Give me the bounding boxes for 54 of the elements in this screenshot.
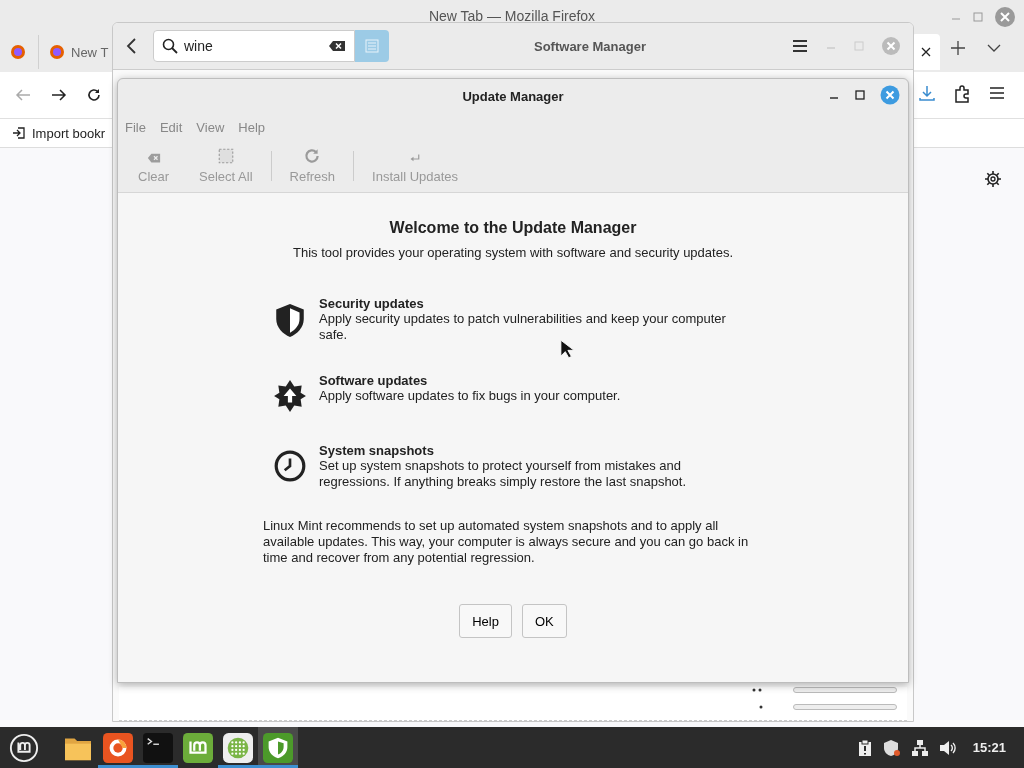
menu-item[interactable]: Edit <box>159 119 183 135</box>
settings-icon[interactable] <box>984 170 1002 188</box>
shield-icon <box>273 302 307 338</box>
feature-description: Apply software updates to fix bugs in your computer. <box>319 388 621 404</box>
clipboard-icon[interactable] <box>856 738 873 757</box>
welcome-heading: Welcome to the Update Manager <box>389 219 637 237</box>
download-icon[interactable] <box>918 84 936 102</box>
maximize-icon[interactable] <box>854 89 866 101</box>
dialog-button[interactable]: Help <box>459 604 512 638</box>
feature-title: System snapshots <box>319 443 435 458</box>
puzzle-icon[interactable] <box>952 84 972 104</box>
selection-icon <box>216 147 235 165</box>
feature-title: Security updates <box>319 296 425 311</box>
feature-title: Software updates <box>319 373 429 388</box>
menu-item[interactable]: File <box>125 119 146 135</box>
menu-icon[interactable] <box>988 84 1006 102</box>
forward-icon[interactable] <box>50 87 68 103</box>
mint-menu-icon[interactable] <box>9 732 39 763</box>
volume-icon[interactable] <box>938 739 957 756</box>
network-icon[interactable] <box>910 738 929 757</box>
new-tab-icon[interactable] <box>950 40 966 56</box>
cursor-icon <box>560 338 574 360</box>
close-icon[interactable] <box>880 85 900 105</box>
import-icon <box>12 126 26 140</box>
browser-tab[interactable]: New T <box>38 35 109 69</box>
recommendation-text: Linux Mint recommends to set up automated system snapshots and to apply all available updates. This way, your computer is always secure and you can go back in time and recover from any potential regression. <box>263 518 750 566</box>
window-title: Software Manager <box>534 38 646 54</box>
clock[interactable]: 15:21 <box>972 740 1006 755</box>
clear-icon[interactable] <box>328 39 346 53</box>
intro-text: This tool provides your operating system with software and security updates. <box>292 245 733 260</box>
search-icon <box>162 38 178 54</box>
refresh-icon <box>303 147 322 165</box>
feature-description: Apply security updates to patch vulnerabilities and keep your computer safe. <box>319 311 727 343</box>
star-arrow-icon <box>273 379 307 413</box>
fox-icon <box>49 44 65 60</box>
dialog-button[interactable]: OK <box>521 604 567 638</box>
menu-icon[interactable] <box>791 37 809 55</box>
menu-item[interactable]: View <box>196 119 225 135</box>
window-title: Update Manager <box>462 88 564 104</box>
feature-description: Set up system snapshots to protect yourself from mistakes and regressions. If anything breaks simply restore the last snapshot. <box>319 458 688 490</box>
close-icon <box>921 47 931 57</box>
tab-close-button[interactable] <box>912 34 940 70</box>
reload-icon[interactable] <box>86 87 102 103</box>
search-field[interactable]: wine <box>153 30 355 62</box>
window-title: New Tab — Mozilla Firefox <box>428 8 596 24</box>
list-icon <box>364 38 380 54</box>
dot-icon <box>759 705 763 709</box>
menu-item[interactable]: Help <box>238 119 266 135</box>
close-icon[interactable] <box>994 6 1016 28</box>
bookmark-item[interactable]: Import bookr <box>12 125 105 141</box>
clock-icon <box>273 449 307 483</box>
back-icon[interactable] <box>125 37 137 55</box>
shield-icon[interactable] <box>882 738 901 757</box>
dots-icon <box>751 688 763 692</box>
